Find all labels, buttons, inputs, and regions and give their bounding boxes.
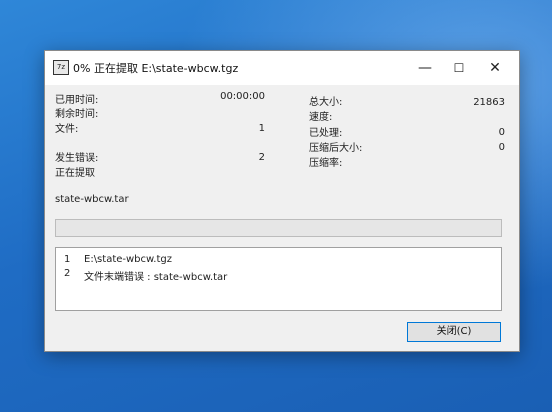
window-title: 0% 正在提取 E:\state-wbcw.tgz xyxy=(73,62,239,75)
files-label: 文件: xyxy=(55,124,79,135)
speed-label: 速度: xyxy=(309,112,333,123)
errors-label: 发生错误: xyxy=(55,153,99,164)
total-size-value: 21863 xyxy=(473,97,505,108)
elapsed-time-label: 已用时间: xyxy=(55,95,99,106)
extracting-label: 正在提取 xyxy=(55,168,95,179)
close-window-button[interactable]: ✕ xyxy=(483,59,507,77)
compressed-size-value: 0 xyxy=(498,142,505,153)
current-file-name: state-wbcw.tar xyxy=(55,194,129,205)
maximize-button[interactable]: ☐ xyxy=(447,59,471,77)
progress-bar xyxy=(55,219,502,237)
processed-label: 已处理: xyxy=(309,128,343,139)
log-index: 2 xyxy=(64,268,71,279)
title-bar[interactable]: 7z 0% 正在提取 E:\state-wbcw.tgz — ☐ ✕ xyxy=(45,51,519,85)
app-icon: 7z xyxy=(53,60,69,75)
log-row: 2 文件末端错误 : state-wbcw.tar xyxy=(56,268,501,283)
log-row: 1 E:\state-wbcw.tgz xyxy=(56,254,501,268)
close-button[interactable]: 关闭(C) xyxy=(407,322,501,342)
log-message: 文件末端错误 : state-wbcw.tar xyxy=(84,272,228,283)
log-index: 1 xyxy=(64,254,71,265)
elapsed-time-value: 00:00:00 xyxy=(220,91,265,102)
files-value: 1 xyxy=(258,123,265,134)
remaining-time-label: 剩余时间: xyxy=(55,109,99,120)
log-message: E:\state-wbcw.tgz xyxy=(84,254,172,265)
ratio-label: 压缩率: xyxy=(309,158,343,169)
message-log[interactable]: 1 E:\state-wbcw.tgz 2 文件末端错误 : state-wbc… xyxy=(55,247,502,311)
processed-value: 0 xyxy=(498,127,505,138)
extract-progress-dialog: 7z 0% 正在提取 E:\state-wbcw.tgz — ☐ ✕ 已用时间:… xyxy=(44,50,520,352)
errors-value: 2 xyxy=(258,152,265,163)
total-size-label: 总大小: xyxy=(309,97,343,108)
compressed-size-label: 压缩后大小: xyxy=(309,143,363,154)
minimize-button[interactable]: — xyxy=(413,59,437,77)
